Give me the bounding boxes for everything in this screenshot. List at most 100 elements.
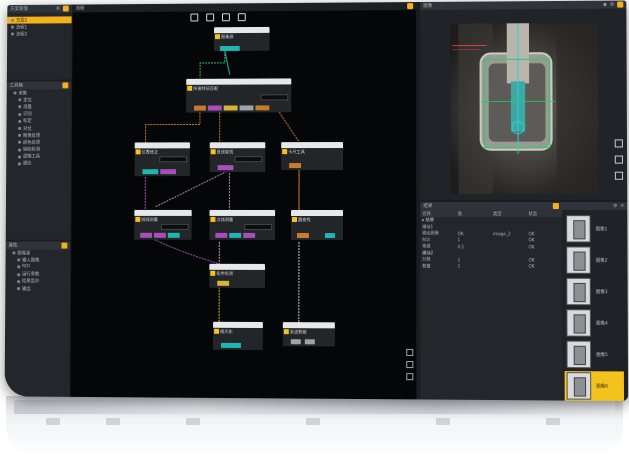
toolbox-item[interactable]: 通信 [6, 160, 71, 167]
node-combo[interactable] [244, 223, 273, 230]
settings-icon[interactable]: ⚙ [56, 6, 60, 11]
node-handle-icon[interactable] [210, 149, 216, 155]
output-port[interactable] [219, 45, 240, 51]
node-handle-icon[interactable] [215, 34, 220, 40]
output-port[interactable] [217, 280, 230, 286]
node-handle-icon[interactable] [210, 270, 216, 276]
flow-node[interactable]: 点线测量 [209, 209, 276, 240]
node-handle-icon[interactable] [210, 216, 216, 222]
output-port[interactable] [243, 232, 256, 238]
output-port[interactable] [296, 232, 309, 239]
inspection-image[interactable] [450, 22, 599, 194]
output-port[interactable] [255, 105, 270, 111]
output-port[interactable] [217, 165, 234, 171]
output-port[interactable] [207, 105, 222, 111]
flow-node[interactable]: 直线查找 [209, 142, 266, 173]
output-port[interactable] [223, 105, 238, 111]
flow-node[interactable]: 线线测量 [134, 209, 192, 240]
node-combo[interactable] [159, 156, 187, 163]
table-cell: OK [528, 257, 535, 263]
image-thumbnail[interactable]: 图像5 [564, 340, 623, 370]
image-thumbnail[interactable]: 图像6 [564, 371, 625, 401]
image-view-title: 图像 [423, 3, 433, 9]
column-header[interactable]: 类型 [491, 211, 526, 217]
property-item[interactable]: 输出 [5, 285, 70, 292]
column-header[interactable]: 值 [456, 211, 491, 217]
node-combo[interactable] [160, 223, 189, 230]
camera-icon[interactable]: ◉ [603, 2, 607, 7]
output-port[interactable] [289, 163, 302, 169]
toolbox-item-label: 缺陷检测 [22, 147, 41, 153]
node-handle-icon[interactable] [292, 216, 298, 222]
zoom-out-icon[interactable] [614, 155, 623, 164]
fit-view-icon[interactable] [406, 373, 414, 381]
node-handle-icon[interactable] [282, 149, 288, 155]
properties-panel: 属性 图像源 输入图像 ROI 运行参数 结果显示 输出 [4, 241, 71, 397]
flow-canvas[interactable]: 流程 图像源 快速特征匹配 位置修正 直线查找 卡尺工具 线线测量 点线测量 圆… [70, 2, 417, 400]
toolbox-item-label: 测量 [23, 105, 32, 111]
dock-icon[interactable] [62, 82, 69, 89]
node-handle-icon[interactable] [283, 329, 289, 335]
flow-node[interactable]: 快速特征匹配 [186, 78, 292, 113]
tool-icon [17, 287, 21, 291]
dock-icon[interactable] [617, 1, 624, 8]
settings-icon[interactable]: ⚙ [613, 204, 617, 209]
reflection-mark [106, 418, 120, 425]
table-cell: OK [528, 263, 535, 269]
node-combo[interactable] [234, 156, 263, 163]
output-port[interactable] [215, 232, 228, 238]
scheme-item[interactable]: 流程2 [7, 31, 71, 38]
output-port[interactable] [220, 342, 241, 348]
results-table-header: 名称值类型 状态 [420, 210, 563, 218]
output-port[interactable] [194, 105, 206, 111]
column-header[interactable]: 名称 [420, 211, 455, 217]
tool-icon [18, 148, 21, 152]
flow-node[interactable]: 卡尺工具 [281, 142, 344, 171]
output-port[interactable] [324, 233, 335, 239]
thumbnail-image [566, 215, 591, 243]
node-combo[interactable] [260, 94, 289, 101]
table-row[interactable]: 数量 1 OK [420, 263, 562, 270]
zoom-in-icon[interactable] [406, 348, 414, 356]
thumbnail-label: 图像4 [596, 320, 608, 327]
image-thumbnail[interactable]: 图像3 [564, 277, 623, 307]
output-port[interactable] [229, 232, 242, 238]
flow-node[interactable]: 条件检测 [209, 263, 266, 288]
zoom-in-icon[interactable] [614, 139, 623, 148]
zoom-out-icon[interactable] [406, 360, 414, 369]
properties-list: 图像源 输入图像 ROI 运行参数 结果显示 输出 [5, 249, 70, 292]
output-port[interactable] [304, 339, 315, 345]
output-port[interactable] [140, 232, 153, 238]
node-handle-icon[interactable] [214, 328, 220, 334]
properties-panel-title: 属性 [8, 243, 18, 249]
flow-node[interactable]: 位置修正 [134, 142, 190, 177]
flow-node[interactable]: 图像源 [213, 26, 270, 52]
table-row[interactable]: 输出图像 OK image_2 OK [420, 230, 562, 237]
node-handle-icon[interactable] [135, 149, 141, 155]
dock-icon[interactable] [552, 203, 559, 210]
output-port[interactable] [160, 169, 177, 175]
column-header[interactable]: 状态 [526, 211, 562, 217]
settings-icon[interactable]: ⚙ [610, 2, 614, 7]
output-port[interactable] [290, 339, 301, 345]
output-port[interactable] [239, 105, 254, 111]
output-port[interactable] [154, 232, 166, 238]
tool-icon [11, 25, 15, 29]
close-icon[interactable]: ✕ [620, 204, 624, 209]
dock-icon[interactable] [61, 242, 68, 249]
fit-view-icon[interactable] [614, 171, 624, 180]
reflection-mark [546, 418, 560, 425]
flow-node[interactable]: 圆查找 [290, 209, 343, 241]
image-thumbnail[interactable]: 图像2 [564, 245, 623, 274]
node-handle-icon[interactable] [187, 85, 193, 91]
node-handle-icon[interactable] [135, 216, 141, 222]
table-cell: OK [457, 230, 464, 236]
image-thumbnail[interactable]: 图像1 [564, 214, 623, 243]
flow-node[interactable]: 发送数据 [282, 322, 335, 347]
thumbnail-image [566, 340, 592, 369]
flow-node[interactable]: 格式化 [213, 321, 263, 351]
output-port[interactable] [142, 169, 159, 175]
output-port[interactable] [167, 232, 180, 238]
image-thumbnail[interactable]: 图像4 [564, 308, 623, 338]
dock-icon[interactable] [62, 5, 69, 12]
